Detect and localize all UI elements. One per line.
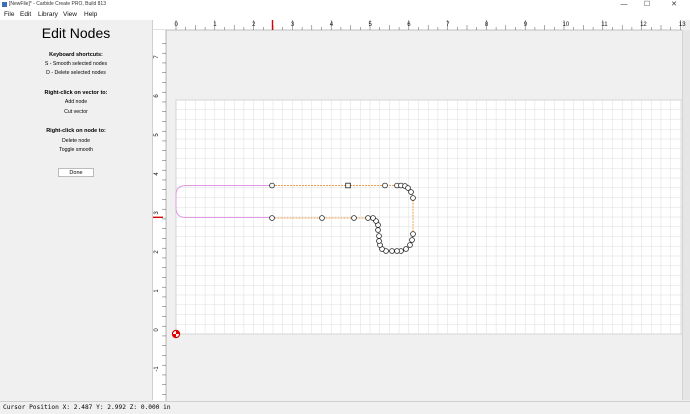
smooth-node-handle[interactable] (319, 215, 325, 221)
ruler-x-label: 13 (679, 22, 686, 28)
ruler-x-label: 12 (640, 22, 647, 28)
ruler-y-label: -1 (154, 366, 160, 372)
smooth-node-handle[interactable] (408, 189, 414, 195)
design-canvas[interactable]: 0 1 2 3 4 5 6 7 8 9 10 11 12 13 76543210-1 (0, 0, 690, 414)
smooth-node-handle[interactable] (375, 227, 381, 233)
ruler-cursor-marker-x (271, 20, 274, 30)
smooth-node-handle[interactable] (370, 215, 376, 221)
ruler-x-label: 10 (563, 22, 570, 28)
smooth-node-handle[interactable] (409, 237, 415, 243)
ruler-cursor-marker-y (153, 216, 163, 219)
smooth-node-handle[interactable] (382, 182, 388, 189)
vertical-scrollbar[interactable] (682, 30, 690, 400)
cursor-position-text: Cursor Position X: 2.487 Y: 2.992 Z: 0.0… (3, 404, 171, 411)
smooth-node-handle[interactable] (365, 215, 371, 221)
corner-node-handle[interactable] (345, 182, 351, 189)
origin-marker (171, 329, 181, 339)
status-bar: Cursor Position X: 2.487 Y: 2.992 Z: 0.0… (0, 401, 690, 414)
smooth-node-handle[interactable] (376, 233, 382, 239)
smooth-node-handle[interactable] (389, 248, 395, 254)
smooth-node-handle[interactable] (376, 238, 382, 244)
smooth-node-handle[interactable] (403, 246, 409, 252)
ruler-x-label: 11 (601, 22, 608, 28)
smooth-node-handle[interactable] (394, 248, 400, 254)
top-ruler: 0 1 2 3 4 5 6 7 8 9 10 11 12 13 (153, 20, 686, 31)
left-ruler: 76543210-1 (153, 30, 167, 401)
smooth-node-handle[interactable] (410, 195, 416, 201)
smooth-node-handle[interactable] (269, 182, 275, 189)
smooth-node-handle[interactable] (410, 231, 416, 237)
smooth-node-handle[interactable] (407, 242, 413, 248)
smooth-node-handle[interactable] (269, 215, 275, 221)
smooth-node-handle[interactable] (351, 215, 357, 221)
